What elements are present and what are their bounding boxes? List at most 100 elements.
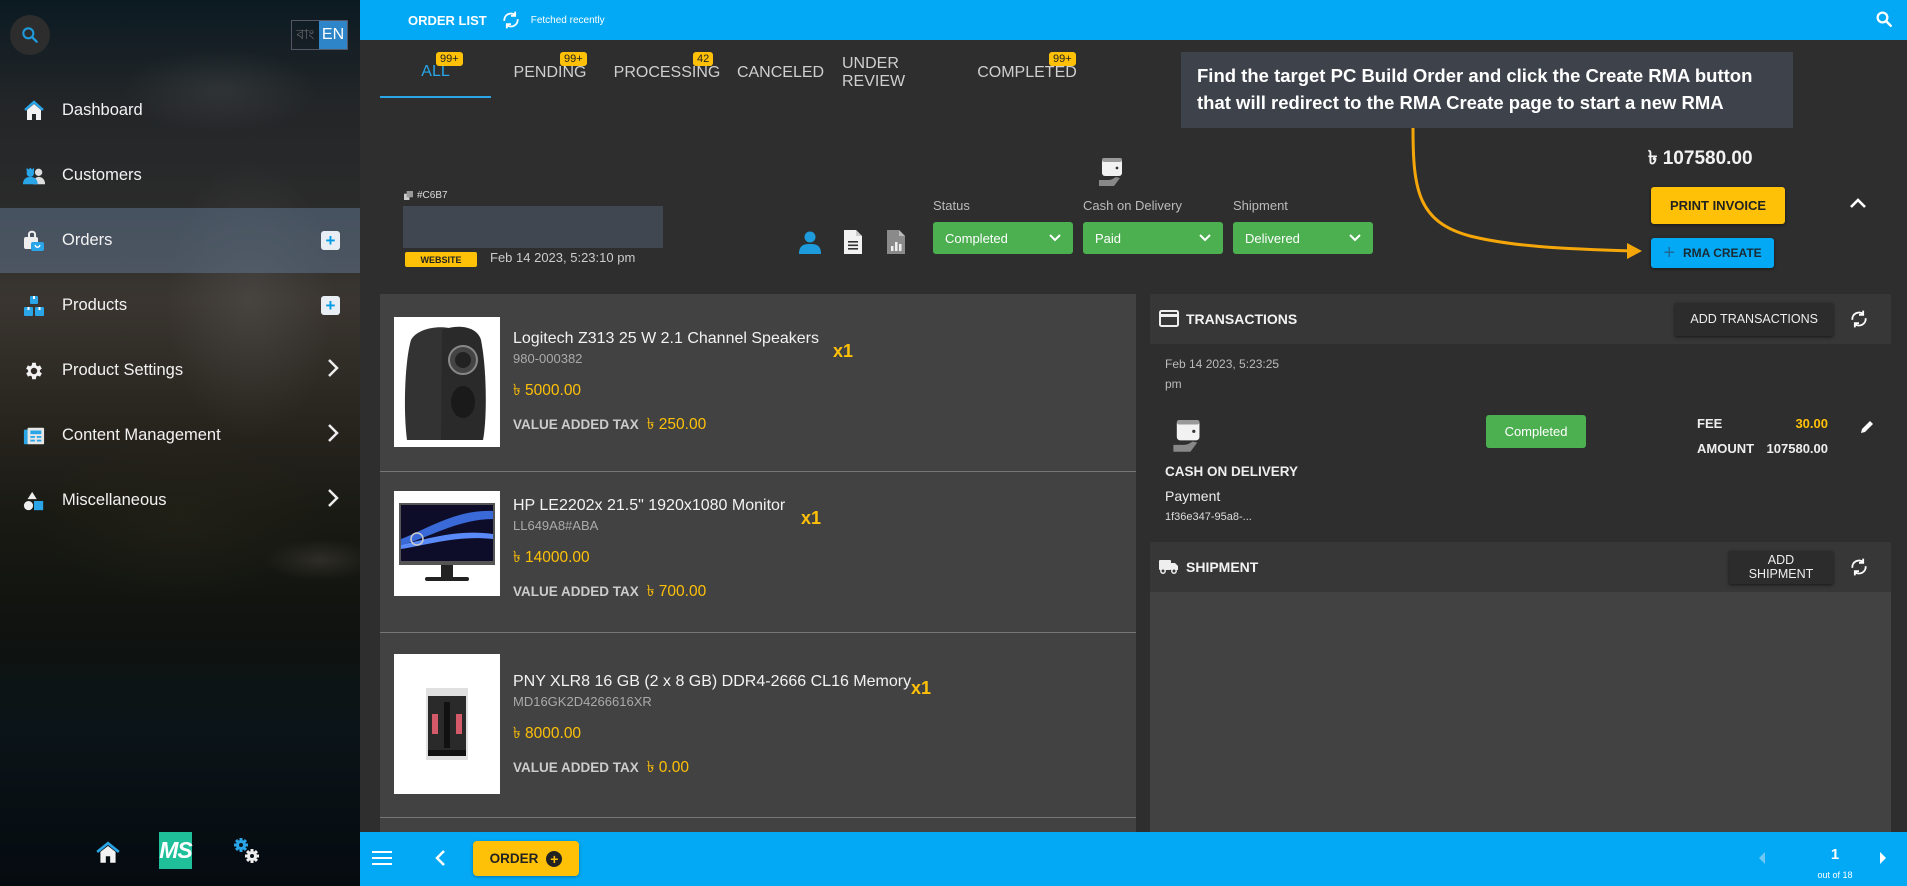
shipment-title: SHIPMENT <box>1186 559 1259 575</box>
customer-profile-icon[interactable] <box>798 229 822 255</box>
sidebar-item-dashboard[interactable]: Dashboard <box>0 78 360 143</box>
shipment-field: Shipment Delivered <box>1233 198 1373 254</box>
new-order-label: ORDER <box>489 851 539 866</box>
newspaper-icon <box>22 424 46 448</box>
product-name: Logitech Z313 25 W 2.1 Channel Speakers <box>513 330 819 347</box>
chevron-right-icon[interactable] <box>326 422 340 450</box>
shipment-select[interactable]: Delivered <box>1233 222 1373 254</box>
transaction-id[interactable]: 1f36e347-95a8-... <box>1165 511 1252 523</box>
add-product-button[interactable]: + <box>321 296 340 315</box>
print-invoice-button[interactable]: PRINT INVOICE <box>1651 187 1785 224</box>
rma-create-button[interactable]: + RMA CREATE <box>1651 238 1774 268</box>
sidebar-item-product-settings[interactable]: Product Settings <box>0 338 360 403</box>
lang-bangla[interactable]: বাং <box>292 21 319 49</box>
amount-label: AMOUNT <box>1697 441 1755 456</box>
list-item[interactable]: HP LE2202x 21.5" 1920x1080 Monitor LL649… <box>380 472 1136 633</box>
order-side-panel: TRANSACTIONS ADD TRANSACTIONS Feb 14 202… <box>1150 294 1891 838</box>
product-name: PNY XLR8 16 GB (2 x 8 GB) DDR4-2666 CL16… <box>513 673 912 690</box>
order-source-badge: WEBSITE <box>405 252 477 267</box>
tab-canceled[interactable]: CANCELED <box>729 48 832 98</box>
tab-label: PENDING <box>513 64 587 81</box>
refresh-shipment-icon[interactable] <box>1849 557 1869 582</box>
sidebar-item-miscellaneous[interactable]: Miscellaneous <box>0 468 360 533</box>
fetch-status: Fetched recently <box>530 14 605 26</box>
sidebar-item-label: Miscellaneous <box>62 491 167 509</box>
next-page-icon[interactable] <box>1879 851 1887 869</box>
vat-value: ৳ 250.00 <box>646 416 707 433</box>
tab-processing[interactable]: PROCESSING 42 <box>605 48 729 98</box>
order-items-list: Logitech Z313 25 W 2.1 Channel Speakers … <box>380 294 1136 838</box>
search-icon <box>22 27 38 43</box>
tab-label: COMPLETED <box>977 64 1077 81</box>
refresh-transactions-icon[interactable] <box>1849 309 1869 334</box>
product-info: PNY XLR8 16 GB (2 x 8 GB) DDR4-2666 CL16… <box>513 673 911 781</box>
new-order-button[interactable]: ORDER + <box>473 841 579 876</box>
add-shipment-button[interactable]: ADD SHIPMENT <box>1729 550 1833 584</box>
sidebar-footer: MS <box>0 832 360 872</box>
copy-icon[interactable] <box>404 191 413 200</box>
chevron-right-icon[interactable] <box>326 487 340 515</box>
current-page: 1 <box>1830 846 1840 863</box>
home-icon[interactable] <box>95 840 121 871</box>
tab-label: UNDER REVIEW <box>842 55 906 90</box>
tab-label: PROCESSING <box>613 64 721 81</box>
sidebar-item-content-management[interactable]: Content Management <box>0 403 360 468</box>
previous-page-icon[interactable] <box>1758 851 1766 869</box>
product-price: ৳ 8000.00 <box>513 725 582 742</box>
page-title: ORDER LIST <box>408 12 487 28</box>
product-info: HP LE2202x 21.5" 1920x1080 Monitor LL649… <box>513 497 785 605</box>
collapse-chevron-up-icon[interactable] <box>1849 196 1867 214</box>
add-transactions-button[interactable]: ADD TRANSACTIONS <box>1675 302 1833 336</box>
chevron-right-icon[interactable] <box>326 357 340 385</box>
product-sku: MD16GK2D4266616XR <box>513 694 652 709</box>
shipment-label: Shipment <box>1233 198 1288 213</box>
add-order-button[interactable]: + <box>321 231 340 250</box>
report-chart-icon[interactable] <box>884 229 908 255</box>
payment-select-value: Paid <box>1095 230 1122 246</box>
transaction-type: Payment <box>1165 488 1221 504</box>
transaction-method: CASH ON DELIVERY <box>1165 464 1299 479</box>
hamburger-menu-icon[interactable] <box>372 849 392 872</box>
order-header-actions <box>798 229 908 255</box>
sidebar-item-customers[interactable]: Customers <box>0 143 360 208</box>
tab-completed[interactable]: COMPLETED 99+ <box>969 48 1085 98</box>
ms-logo[interactable]: MS <box>159 832 193 869</box>
products-boxes-icon <box>22 294 46 318</box>
lang-english[interactable]: EN <box>319 21 347 49</box>
back-chevron-icon[interactable] <box>434 848 446 873</box>
shipment-header: SHIPMENT ADD SHIPMENT <box>1150 542 1891 592</box>
list-item[interactable]: Logitech Z313 25 W 2.1 Channel Speakers … <box>380 294 1136 472</box>
sidebar-search-button[interactable] <box>10 15 50 55</box>
product-sku: 980-000382 <box>513 351 583 366</box>
edit-pencil-icon[interactable] <box>1859 419 1875 440</box>
refresh-icon[interactable] <box>501 10 521 30</box>
language-switcher[interactable]: বাং EN <box>291 20 348 50</box>
sidebar-item-label: Content Management <box>62 426 221 444</box>
chevron-down-icon <box>1049 234 1061 242</box>
tab-label: CANCELED <box>736 64 825 81</box>
tab-all[interactable]: ALL 99+ <box>380 48 491 98</box>
settings-gears-icon[interactable] <box>232 836 262 871</box>
sidebar-item-products[interactable]: Products + <box>0 273 360 338</box>
sidebar: বাং EN Dashboard Customers Orders + Prod… <box>0 0 360 886</box>
product-sku: LL649A8#ABA <box>513 518 599 533</box>
product-name: HP LE2202x 21.5" 1920x1080 Monitor <box>513 497 786 514</box>
payment-field: Cash on Delivery Paid <box>1083 198 1223 254</box>
rma-create-label: RMA CREATE <box>1683 246 1762 260</box>
tab-under-review[interactable]: UNDER REVIEW <box>832 48 969 98</box>
search-icon[interactable] <box>1875 10 1893 33</box>
sidebar-item-orders[interactable]: Orders + <box>0 208 360 273</box>
shipment-select-value: Delivered <box>1245 230 1300 246</box>
payment-select[interactable]: Paid <box>1083 222 1223 254</box>
product-quantity: x1 <box>801 508 822 528</box>
tab-pending[interactable]: PENDING 99+ <box>495 48 605 98</box>
list-item[interactable]: PNY XLR8 16 GB (2 x 8 GB) DDR4-2666 CL16… <box>380 633 1136 818</box>
order-total: ৳ 107580.00 <box>1648 148 1753 169</box>
transaction-status-badge: Completed <box>1486 415 1586 448</box>
product-quantity: x1 <box>833 341 854 361</box>
invoice-document-icon[interactable] <box>841 229 865 255</box>
order-id[interactable]: #C6B7 <box>404 190 448 201</box>
status-select[interactable]: Completed <box>933 222 1073 254</box>
home-icon <box>22 99 46 123</box>
product-vat: VALUE ADDED TAX ৳ 0.00 <box>513 755 911 781</box>
